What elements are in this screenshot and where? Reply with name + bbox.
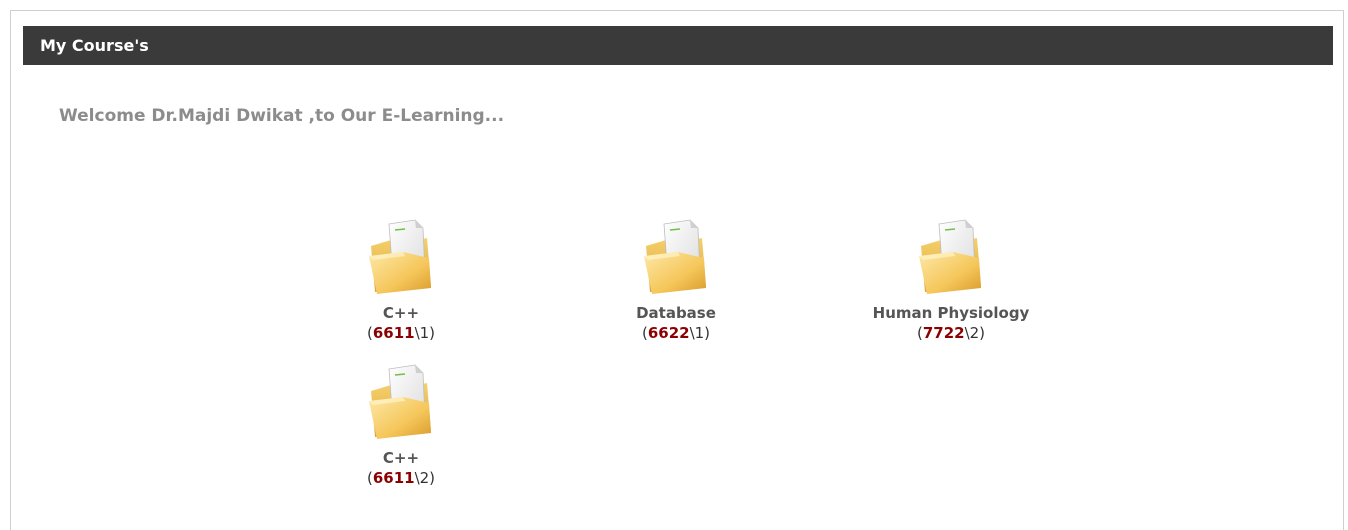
folder-icon[interactable] — [911, 218, 991, 298]
course-item-human-physiology[interactable]: Human Physiology (7722\2) — [851, 218, 1051, 343]
course-name[interactable]: Human Physiology — [851, 304, 1051, 323]
course-number: 6611 — [372, 324, 415, 342]
course-number: 7722 — [922, 324, 965, 342]
panel-header: My Course's — [23, 26, 1333, 65]
course-code[interactable]: (6622\1) — [576, 323, 776, 343]
course-name[interactable]: C++ — [301, 449, 501, 468]
folder-icon[interactable] — [636, 218, 716, 298]
course-code[interactable]: (6611\1) — [301, 323, 501, 343]
panel-title: My Course's — [40, 36, 149, 55]
course-name[interactable]: Database — [576, 304, 776, 323]
course-section: \2) — [964, 324, 986, 342]
course-number: 6622 — [647, 324, 690, 342]
course-item-cpp-1[interactable]: C++ (6611\1) — [301, 218, 501, 343]
course-code[interactable]: (7722\2) — [851, 323, 1051, 343]
folder-icon[interactable] — [361, 218, 441, 298]
course-number: 6611 — [372, 469, 415, 487]
course-section: \1) — [689, 324, 711, 342]
course-item-cpp-2[interactable]: C++ (6611\2) — [301, 363, 501, 488]
course-section: \2) — [414, 469, 436, 487]
course-name[interactable]: C++ — [301, 304, 501, 323]
courses-panel: My Course's Welcome Dr.Majdi Dwikat ,to … — [10, 10, 1344, 530]
course-code[interactable]: (6611\2) — [301, 468, 501, 488]
welcome-message: Welcome Dr.Majdi Dwikat ,to Our E-Learni… — [59, 106, 505, 126]
course-item-database[interactable]: Database (6622\1) — [576, 218, 776, 343]
folder-icon[interactable] — [361, 363, 441, 443]
course-section: \1) — [414, 324, 436, 342]
